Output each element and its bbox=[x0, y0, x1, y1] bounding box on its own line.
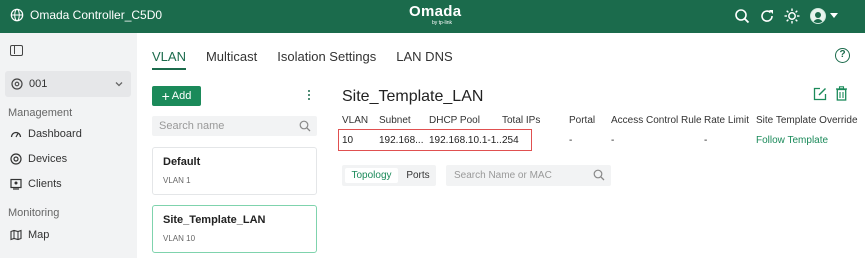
follow-template-link[interactable]: Follow Template bbox=[756, 135, 828, 146]
edit-icon[interactable] bbox=[813, 87, 827, 101]
sidebar-item-dashboard[interactable]: Dashboard bbox=[10, 128, 82, 140]
sidebar: 001 Management Dashboard Devices Clients… bbox=[0, 33, 137, 258]
search-icon[interactable] bbox=[734, 8, 750, 24]
cell-vlan: 10 bbox=[342, 135, 354, 146]
brand-sub: by tp-link bbox=[431, 20, 452, 26]
column-header-dhcp-pool: DHCP Pool bbox=[429, 115, 480, 126]
user-avatar-icon[interactable] bbox=[810, 8, 826, 24]
cell-access-control-rule: - bbox=[611, 135, 615, 146]
column-header-vlan: VLAN bbox=[342, 115, 369, 126]
site-name: 001 bbox=[29, 78, 48, 90]
controller-selector[interactable]: Omada Controller_C5D0 bbox=[10, 8, 162, 22]
view-switch: Topology Ports bbox=[342, 165, 436, 186]
cell-total-ips: 254 bbox=[502, 135, 519, 146]
sidebar-item-map[interactable]: Map bbox=[10, 229, 49, 241]
segment-topology[interactable]: Topology bbox=[345, 168, 398, 183]
tab-multicast[interactable]: Multicast bbox=[206, 49, 257, 70]
map-icon bbox=[10, 229, 22, 241]
add-vlan-button[interactable]: + Add bbox=[152, 86, 201, 106]
search-placeholder: Search name bbox=[159, 120, 225, 132]
cell-dhcp-pool: 192.168.10.1-1... bbox=[429, 135, 505, 146]
device-search-input[interactable]: Search Name or MAC bbox=[446, 165, 611, 186]
sidebar-item-label: Clients bbox=[28, 178, 62, 190]
sidebar-item-label: Dashboard bbox=[28, 128, 82, 140]
column-header-subnet: Subnet bbox=[379, 115, 411, 126]
column-header-rate-limit: Rate Limit bbox=[704, 115, 750, 126]
chevron-down-icon[interactable] bbox=[830, 13, 838, 18]
vlan-item-name: Default bbox=[163, 156, 201, 168]
help-icon[interactable]: ? bbox=[835, 48, 850, 63]
column-header-portal: Portal bbox=[569, 115, 596, 126]
main-content: VLAN Multicast Isolation Settings LAN DN… bbox=[137, 33, 865, 258]
chevron-down-icon bbox=[115, 82, 123, 87]
column-header-total-ips: Total IPs bbox=[502, 115, 541, 126]
column-header-site-template-override: Site Template Override bbox=[756, 115, 858, 126]
controller-name: Omada Controller_C5D0 bbox=[30, 8, 163, 22]
cell-subnet: 192.168... bbox=[379, 135, 424, 146]
theme-icon[interactable] bbox=[784, 8, 800, 24]
sidebar-toggle-icon[interactable] bbox=[10, 45, 23, 56]
search-placeholder: Search Name or MAC bbox=[454, 170, 552, 181]
sidebar-item-label: Devices bbox=[28, 153, 68, 165]
tab-vlan[interactable]: VLAN bbox=[152, 49, 186, 70]
detail-title: Site_Template_LAN bbox=[342, 88, 484, 105]
refresh-icon[interactable] bbox=[759, 8, 775, 24]
delete-icon[interactable] bbox=[835, 86, 848, 101]
omada-logo: Omada by tp-link bbox=[409, 3, 462, 27]
vlan-item-sub: VLAN 1 bbox=[163, 176, 191, 185]
search-icon bbox=[593, 169, 605, 181]
sidebar-item-devices[interactable]: Devices bbox=[10, 153, 67, 165]
brand-name: Omada bbox=[409, 3, 462, 20]
tab-isolation-settings[interactable]: Isolation Settings bbox=[277, 49, 376, 70]
dashboard-icon bbox=[10, 131, 22, 138]
location-pin-icon bbox=[11, 78, 23, 90]
cell-rate-limit: - bbox=[704, 135, 708, 146]
more-options-icon[interactable] bbox=[307, 90, 311, 102]
search-icon bbox=[299, 120, 311, 132]
segment-ports[interactable]: Ports bbox=[403, 168, 433, 183]
devices-icon bbox=[10, 153, 22, 165]
vlan-item-name: Site_Template_LAN bbox=[163, 214, 266, 226]
vlan-item-default[interactable]: Default VLAN 1 bbox=[152, 147, 317, 195]
clients-icon bbox=[10, 178, 22, 190]
section-management: Management bbox=[8, 107, 73, 119]
tab-lan-dns[interactable]: LAN DNS bbox=[396, 49, 452, 70]
top-bar: Omada Controller_C5D0 Omada by tp-link bbox=[0, 0, 865, 33]
vlan-item-sub: VLAN 10 bbox=[163, 234, 196, 243]
column-header-access-control-rule: Access Control Rule bbox=[611, 115, 702, 126]
section-monitoring: Monitoring bbox=[8, 207, 60, 219]
add-label: Add bbox=[171, 90, 192, 102]
plus-icon: + bbox=[161, 88, 170, 104]
tab-bar: VLAN Multicast Isolation Settings LAN DN… bbox=[152, 49, 473, 70]
vlan-item-site-template-lan[interactable]: Site_Template_LAN VLAN 10 bbox=[152, 205, 317, 253]
sidebar-item-clients[interactable]: Clients bbox=[10, 178, 62, 190]
cell-portal: - bbox=[569, 135, 573, 146]
globe-icon bbox=[10, 8, 24, 22]
site-selector[interactable]: 001 bbox=[5, 71, 131, 97]
sidebar-item-label: Map bbox=[28, 229, 50, 241]
vlan-search-input[interactable]: Search name bbox=[152, 116, 317, 136]
